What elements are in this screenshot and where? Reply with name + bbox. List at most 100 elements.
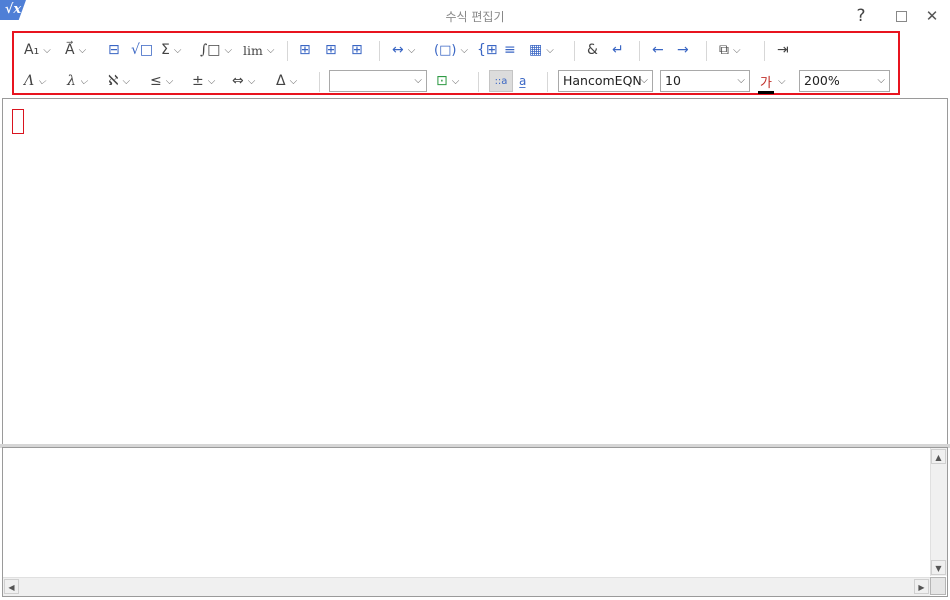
super-sub-script-button[interactable]: A₁ ⌵	[24, 39, 51, 61]
hebrew-button[interactable]: ℵ ⌵	[108, 70, 130, 92]
double-arrow-icon: ⇔	[232, 73, 244, 89]
zoom-select[interactable]: 200% ⌵	[799, 70, 890, 92]
chevron-down-icon: ⌵	[289, 75, 298, 87]
align-center-icon: ⊞	[325, 42, 337, 58]
less-equal-icon: ≤	[150, 73, 162, 89]
spacing-icon: ↔	[392, 42, 404, 58]
toolbar-separator	[639, 41, 640, 61]
scroll-up-icon[interactable]: ▲	[931, 449, 946, 464]
chevron-down-icon: ⌵	[877, 75, 885, 86]
chevron-down-icon: ⌵	[78, 44, 87, 56]
sum-button[interactable]: Σ ⌵	[161, 39, 181, 61]
newline-button[interactable]: ↵	[612, 39, 624, 61]
scroll-left-icon[interactable]: ◀	[4, 579, 19, 594]
vertical-scrollbar[interactable]: ▲ ▼	[930, 448, 947, 576]
chevron-down-icon: ⌵	[38, 75, 46, 87]
chevron-down-icon: ⌵	[640, 75, 648, 86]
chevron-down-icon: ⌵	[451, 75, 460, 87]
font-size-value: 10	[665, 73, 681, 88]
title-bar: √x 수식 편집기 ? ✕	[0, 0, 950, 32]
matrix-icon: ▦	[529, 42, 543, 58]
toolbar-separator	[478, 72, 479, 92]
align-right-button[interactable]: ⊞	[351, 39, 363, 61]
chevron-down-icon: ⌵	[460, 44, 469, 56]
toolbar-separator	[764, 41, 765, 61]
brace-matrix-icon: {⊞	[477, 42, 498, 58]
input-placeholder-box[interactable]	[12, 109, 24, 134]
color-insert-button[interactable]: ⊡ ⌵	[436, 70, 459, 92]
rows-icon: ≡	[504, 42, 516, 58]
scroll-right-icon[interactable]: ▶	[914, 579, 929, 594]
misc-symbol-button[interactable]: Δ ⌵	[276, 70, 297, 92]
sigma-icon: Σ	[161, 42, 170, 58]
script-input-pane[interactable]: ▲ ▼ ◀ ▶	[2, 447, 948, 597]
chevron-down-icon: ⌵	[122, 75, 131, 87]
fraction-button[interactable]: ⊟	[108, 39, 120, 61]
view-mode-b-button[interactable]: a̲	[519, 70, 526, 92]
toolbar-separator	[547, 72, 548, 92]
greek-upper-button[interactable]: Λ ⌵	[24, 70, 46, 92]
chevron-down-icon: ⌵	[247, 75, 256, 87]
text-color-button[interactable]: 가 ⌵	[758, 70, 786, 94]
equation-canvas[interactable]	[2, 98, 948, 444]
zoom-value: 200%	[804, 73, 840, 88]
font-select[interactable]: HancomEQN ⌵	[558, 70, 653, 92]
matrix-button[interactable]: ▦ ⌵	[529, 39, 554, 61]
root-button[interactable]: √□	[131, 39, 153, 61]
font-size-select[interactable]: 10 ⌵	[660, 70, 750, 92]
convert-icon: ⧉	[719, 42, 729, 58]
view-mode-b-icon: a̲	[519, 74, 527, 88]
parenthesis-icon: (□)	[434, 42, 457, 58]
parenthesis-button[interactable]: (□) ⌵	[434, 39, 468, 61]
limit-button[interactable]: lim ⌵	[243, 39, 274, 61]
toolbar-separator	[706, 41, 707, 61]
text-color-glyph: 가	[760, 75, 772, 91]
spacing-button[interactable]: ↔ ⌵	[392, 39, 415, 61]
fraction-icon: ⊟	[108, 42, 120, 58]
plus-minus-icon: ±	[192, 73, 204, 89]
close-button[interactable]: ✕	[921, 6, 943, 26]
chevron-down-icon: ⌵	[43, 44, 51, 56]
root-icon: √□	[131, 42, 154, 58]
lambda-upper-icon: Λ	[24, 73, 35, 89]
maximize-icon	[895, 11, 907, 22]
align-center-button[interactable]: ⊞	[325, 39, 337, 61]
toolbar-row-1: A₁ ⌵ A⃗ ⌵ ⊟ √□ Σ ⌵ ∫□ ⌵ lim ⌵ ⊞ ⊞ ⊞ ↔ ⌵ (□) ⌵ {…	[14, 35, 898, 65]
color-box-icon: ⊡	[436, 73, 448, 89]
decoration-button[interactable]: A⃗ ⌵	[65, 39, 86, 61]
view-mode-a-button[interactable]: ::a	[489, 70, 513, 92]
chevron-down-icon: ⌵	[733, 44, 741, 56]
ampersand-icon: &	[587, 42, 598, 58]
chevron-down-icon: ⌵	[546, 44, 554, 56]
help-button[interactable]: ?	[850, 6, 872, 26]
relation-button[interactable]: ≤ ⌵	[150, 70, 173, 92]
matrix-column-button[interactable]: {⊞	[477, 39, 498, 61]
arrow-symbol-button[interactable]: ⇔ ⌵	[232, 70, 255, 92]
integral-button[interactable]: ∫□ ⌵	[200, 39, 232, 61]
align-left-button[interactable]: ⊞	[299, 39, 311, 61]
matrix-row-button[interactable]: ≡	[504, 39, 516, 61]
operator-button[interactable]: ± ⌵	[192, 70, 215, 92]
window-title: 수식 편집기	[445, 10, 505, 24]
resize-grip[interactable]	[930, 577, 946, 595]
toolbar-row-2: Λ ⌵ λ ⌵ ℵ ⌵ ≤ ⌵ ± ⌵ ⇔ ⌵ Δ ⌵ ⌵ ⊡ ⌵ ::a a̲ HancomE…	[14, 66, 898, 96]
scroll-down-icon[interactable]: ▼	[931, 560, 946, 575]
chevron-down-icon: ⌵	[778, 75, 786, 87]
convert-button[interactable]: ⧉ ⌵	[719, 39, 741, 61]
align-left-icon: ⊞	[299, 42, 311, 58]
insert-equation-button[interactable]: ⇥	[777, 39, 789, 61]
ampersand-button[interactable]: &	[587, 39, 598, 61]
style-select[interactable]: ⌵	[329, 70, 427, 92]
chevron-down-icon: ⌵	[407, 44, 416, 56]
previous-button[interactable]: ←	[652, 39, 664, 61]
chevron-down-icon: ⌵	[737, 75, 745, 86]
text-color-bar	[758, 90, 774, 94]
chevron-down-icon: ⌵	[79, 75, 88, 87]
horizontal-scrollbar[interactable]: ◀ ▶	[3, 577, 930, 596]
next-button[interactable]: →	[677, 39, 689, 61]
maximize-button[interactable]	[890, 6, 912, 26]
font-select-value: HancomEQN	[563, 73, 642, 88]
greek-lower-button[interactable]: λ ⌵	[67, 70, 87, 92]
integral-icon: ∫□	[200, 42, 221, 58]
aleph-icon: ℵ	[108, 73, 119, 89]
